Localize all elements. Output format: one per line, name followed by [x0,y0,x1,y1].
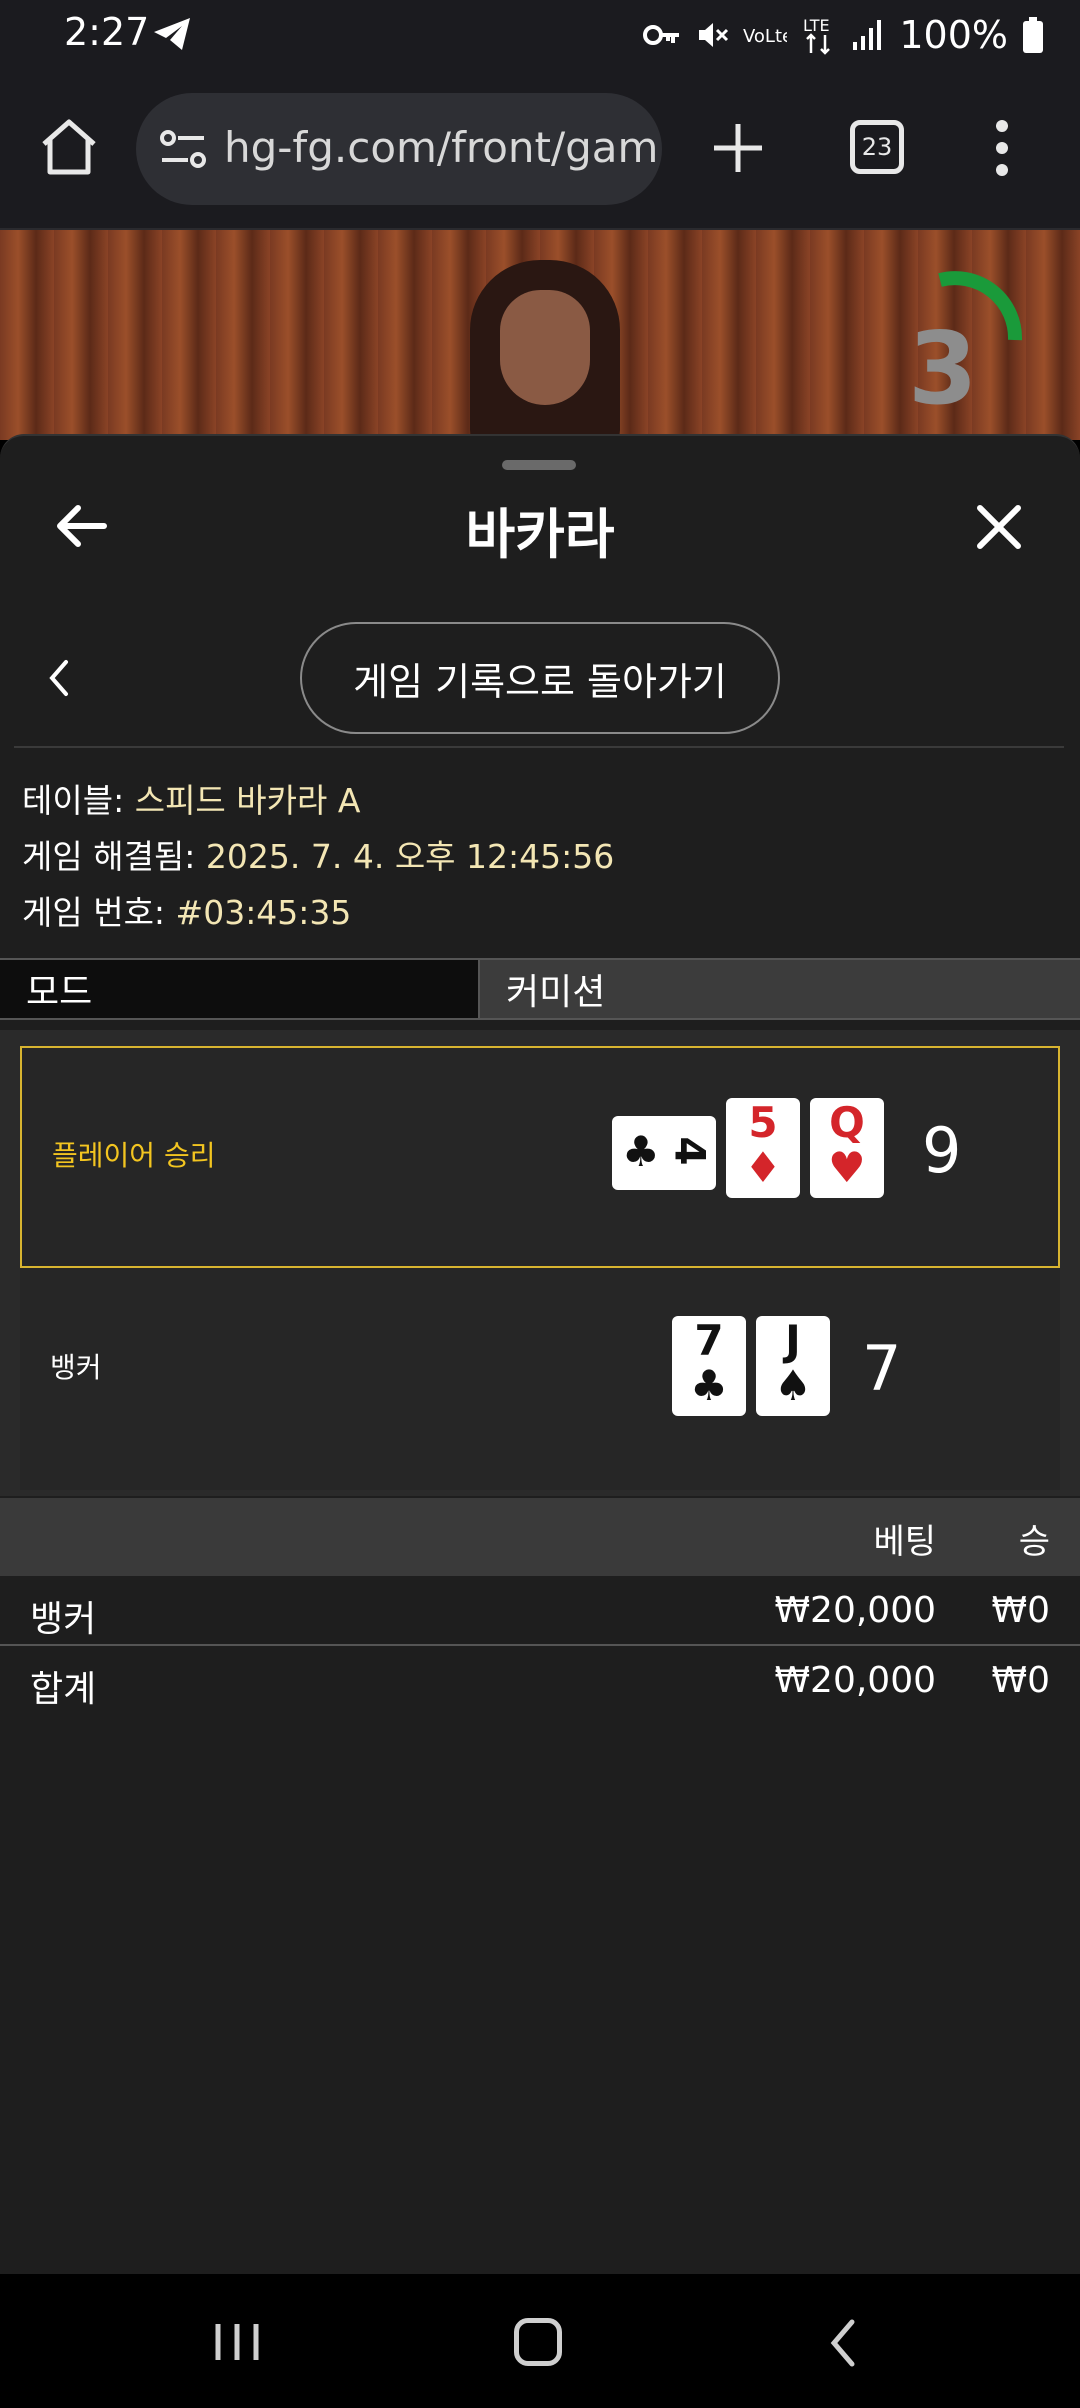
playing-card: J ♠ [756,1316,830,1416]
key-icon [643,25,680,45]
status-icons: VoLte LTE 100% [643,10,1044,60]
bets-header-bet: 베팅 [873,1522,936,1562]
banker-score: 7 [862,1332,902,1405]
home-icon[interactable] [38,116,100,178]
history-panel: 바카라 게임 기록으로 돌아가기 테이블: 스피드 바카라 A 게임 해결됨: … [0,434,1080,2274]
playing-card: ♣ 4 [612,1116,716,1190]
mute-icon [699,23,729,47]
signal-icon [853,20,882,50]
card-suit: ♦ [744,1143,782,1192]
system-nav-bar [0,2274,1080,2408]
svg-text:LTE: LTE [803,16,830,35]
battery-percent: 100% [899,13,1008,57]
tab-commission[interactable]: 커미션 [480,960,1080,1018]
new-tab-icon[interactable] [708,118,768,178]
tab-switcher-button[interactable]: 23 [850,120,904,174]
total-amount: ₩20,000 [774,1660,936,1701]
card-suit: ♣ [622,1127,660,1176]
url-text: hg-fg.com/front/gam [224,123,659,172]
player-cards: ♣ 4 5 ♦ Q ♥ [612,1098,884,1198]
site-settings-icon[interactable] [158,127,208,171]
mode-tabs: 모드 커미션 [0,958,1080,1020]
live-video: 3 [0,230,1080,440]
info-number-label: 게임 번호: [22,893,176,932]
player-result-label: 플레이어 승리 [52,1139,216,1172]
bets-header-win: 승 [1018,1522,1050,1562]
recents-icon[interactable] [212,2320,262,2364]
status-time: 2:27 [64,10,150,54]
info-table-value: 스피드 바카라 A [134,781,361,820]
address-bar[interactable]: hg-fg.com/front/gam [136,93,662,205]
panel-title: 바카라 [465,503,615,566]
info-number-value: #03:45:35 [175,893,352,932]
card-rank: 7 [694,1316,724,1365]
telegram-icon [154,18,190,50]
banker-result: 뱅커 7 ♣ J ♠ 7 [20,1268,1060,1490]
info-resolved-label: 게임 해결됨: [22,837,206,876]
playing-card: 7 ♣ [672,1316,746,1416]
info-game-number: 게임 번호: #03:45:35 [22,886,351,934]
banker-result-label: 뱅커 [50,1351,102,1384]
playing-card: Q ♥ [810,1098,884,1198]
tab-mode[interactable]: 모드 [0,960,480,1018]
battery-icon [1023,17,1043,53]
player-result: 플레이어 승리 ♣ 4 5 ♦ Q ♥ 9 [20,1046,1060,1268]
more-menu-icon[interactable] [990,116,1014,180]
table-row: 뱅커 ₩20,000 ₩0 [0,1578,1080,1646]
chevron-left-icon[interactable] [44,656,74,700]
close-icon[interactable] [974,502,1024,552]
volte-icon: VoLte [743,26,787,47]
bet-name: 뱅커 [30,1599,97,1640]
total-label: 합계 [30,1669,97,1710]
nav-back-icon[interactable] [828,2318,858,2368]
divider [14,746,1064,748]
card-rank: 5 [748,1098,778,1147]
total-win: ₩0 [991,1660,1051,1701]
table-row-total: 합계 ₩20,000 ₩0 [0,1648,1080,1716]
bet-amount: ₩20,000 [774,1590,936,1631]
info-resolved-value: 2025. 7. 4. 오후 12:45:56 [205,837,615,876]
info-table: 테이블: 스피드 바카라 A [22,774,360,822]
info-table-label: 테이블: [22,781,135,820]
player-score: 9 [922,1114,962,1187]
sheet-grabber[interactable] [502,460,576,470]
card-suit: ♠ [774,1361,812,1410]
card-suit: ♣ [690,1361,728,1410]
status-bar: 2:27 VoLte LTE 100% [0,0,1080,70]
card-rank: J [785,1316,801,1365]
lte-icon: LTE [803,16,831,55]
back-to-history-button[interactable]: 게임 기록으로 돌아가기 [300,622,780,734]
info-resolved: 게임 해결됨: 2025. 7. 4. 오후 12:45:56 [22,830,614,878]
svg-text:VoLte: VoLte [743,26,787,47]
tab-count: 23 [861,133,893,161]
browser-toolbar: hg-fg.com/front/gam 23 [0,70,1080,230]
card-rank: Q [829,1098,865,1147]
countdown-number: 3 [908,310,978,427]
playing-card: 5 ♦ [726,1098,800,1198]
bet-win: ₩0 [991,1590,1051,1631]
card-suit: ♥ [828,1143,866,1192]
nav-home-icon[interactable] [514,2318,562,2366]
banker-cards: 7 ♣ J ♠ [672,1316,830,1416]
dealer-face [500,290,590,405]
card-rank: 4 [665,1136,715,1166]
result-area: 플레이어 승리 ♣ 4 5 ♦ Q ♥ 9 뱅커 7 ♣ J ♠ 7 [0,1030,1080,1496]
bets-header: 베팅 승 [0,1498,1080,1576]
